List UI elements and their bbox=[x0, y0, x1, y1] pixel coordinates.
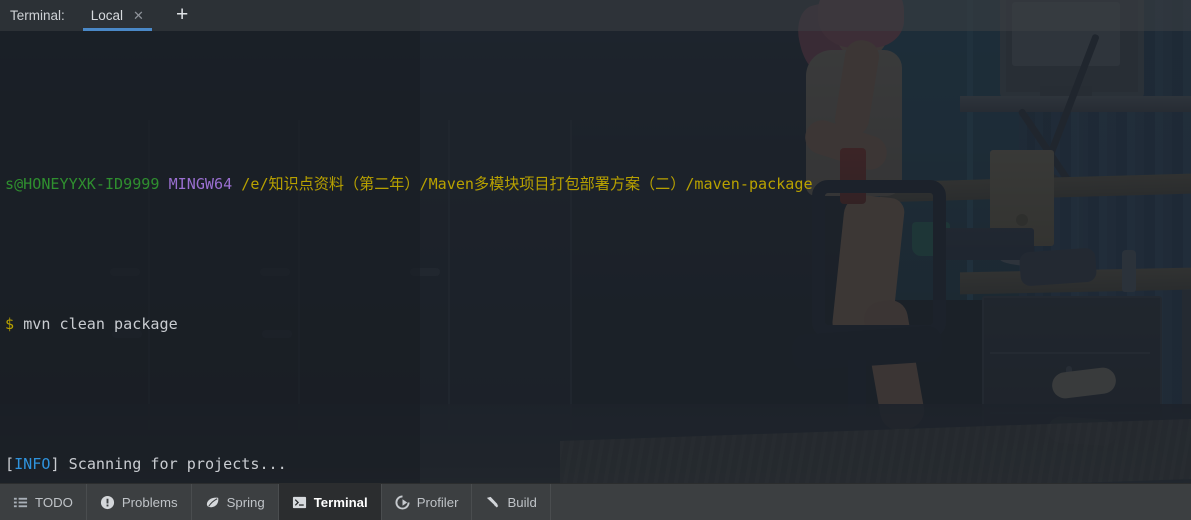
bottom-tool-window-bar: TODO Problems Spring Terminal Profiler B… bbox=[0, 483, 1191, 520]
terminal-tab-label: Local bbox=[90, 8, 124, 23]
status-tab-label: Profiler bbox=[416, 494, 459, 510]
terminal-command-line: $ mvn clean package bbox=[0, 310, 1191, 338]
add-terminal-tab-button[interactable]: + bbox=[168, 4, 196, 28]
terminal-icon bbox=[292, 496, 306, 508]
hammer-icon bbox=[487, 496, 499, 507]
status-tab-todo[interactable]: TODO bbox=[0, 484, 87, 520]
status-tab-label: Spring bbox=[226, 494, 265, 510]
status-tab-label: TODO bbox=[35, 494, 73, 510]
prompt-space-1 bbox=[159, 175, 168, 193]
status-tab-label: Problems bbox=[121, 494, 178, 510]
warning-icon bbox=[100, 495, 114, 509]
status-tab-problems[interactable]: Problems bbox=[87, 484, 192, 520]
command-space bbox=[14, 315, 23, 333]
terminal-tool-window-label: Terminal: bbox=[10, 8, 65, 23]
info-tag: [INFO] bbox=[5, 455, 60, 473]
log-text: Scanning for projects... bbox=[68, 455, 287, 473]
terminal-tab-bar: Terminal: Local ✕ + bbox=[0, 0, 1191, 31]
ide-terminal-window: Terminal: Local ✕ + s@HONEYYXK-ID9999 MI… bbox=[0, 0, 1191, 520]
prompt-space-2 bbox=[232, 175, 241, 193]
status-tab-label: Build bbox=[507, 494, 537, 510]
prompt-shell: MINGW64 bbox=[168, 175, 233, 193]
status-tab-profiler[interactable]: Profiler bbox=[382, 484, 473, 520]
close-icon[interactable]: ✕ bbox=[133, 9, 144, 22]
profiler-icon bbox=[395, 494, 410, 509]
status-tab-label: Terminal bbox=[313, 494, 368, 510]
terminal-tab-local[interactable]: Local ✕ bbox=[79, 0, 153, 31]
prompt-user-host: s@HONEYYXK-ID9999 bbox=[5, 175, 160, 193]
status-tab-spring[interactable]: Spring bbox=[192, 484, 279, 520]
status-bar-filler bbox=[551, 484, 1191, 520]
terminal-prompt-line: s@HONEYYXK-ID9999 MINGW64 /e/知识点资料（第二年）/… bbox=[0, 170, 1191, 198]
status-tab-build[interactable]: Build bbox=[472, 484, 551, 520]
terminal-command-text: mvn clean package bbox=[23, 315, 178, 333]
status-tab-terminal[interactable]: Terminal bbox=[278, 484, 382, 520]
list-icon bbox=[13, 497, 28, 507]
terminal-log-line: [INFO] Scanning for projects... bbox=[0, 450, 1191, 478]
command-sigil: $ bbox=[5, 315, 15, 333]
leaf-icon bbox=[206, 497, 218, 507]
prompt-path: /e/知识点资料（第二年）/Maven多模块项目打包部署方案（二）/maven-… bbox=[241, 175, 813, 193]
terminal-output[interactable]: s@HONEYYXK-ID9999 MINGW64 /e/知识点资料（第二年）/… bbox=[0, 31, 1191, 511]
